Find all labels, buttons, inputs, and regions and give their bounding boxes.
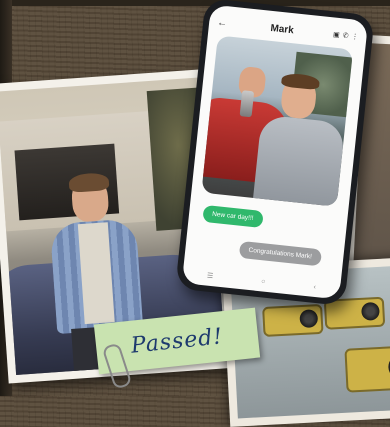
sticky-note-text: Passed! [129, 323, 225, 359]
more-vertical-icon[interactable]: ⋮ [351, 32, 359, 41]
nav-back-icon[interactable]: ‹ [313, 283, 316, 290]
recent-apps-icon[interactable]: ☰ [206, 272, 213, 281]
table-edge-top [0, 0, 390, 6]
smartphone: ← Mark ▣ ✆ ⋮ New car day!!! Congratulati… [175, 0, 375, 307]
sent-message-bubble[interactable]: New car day!!! [202, 204, 264, 229]
contact-name: Mark [269, 22, 295, 36]
chat-photo-message[interactable] [201, 35, 354, 207]
system-nav-bar: ☰ ○ ‹ [182, 267, 340, 295]
phone-icon[interactable]: ✆ [342, 31, 349, 40]
video-camera-icon[interactable]: ▣ [333, 30, 340, 39]
traffic-camera-1 [262, 303, 324, 337]
chat-screen: ← Mark ▣ ✆ ⋮ New car day!!! Congratulati… [181, 4, 369, 300]
received-message-bubble[interactable]: Congratulations Mark! [238, 240, 322, 267]
home-icon[interactable]: ○ [261, 278, 266, 285]
traffic-camera-3 [344, 344, 390, 393]
back-arrow-icon[interactable]: ← [217, 17, 232, 29]
